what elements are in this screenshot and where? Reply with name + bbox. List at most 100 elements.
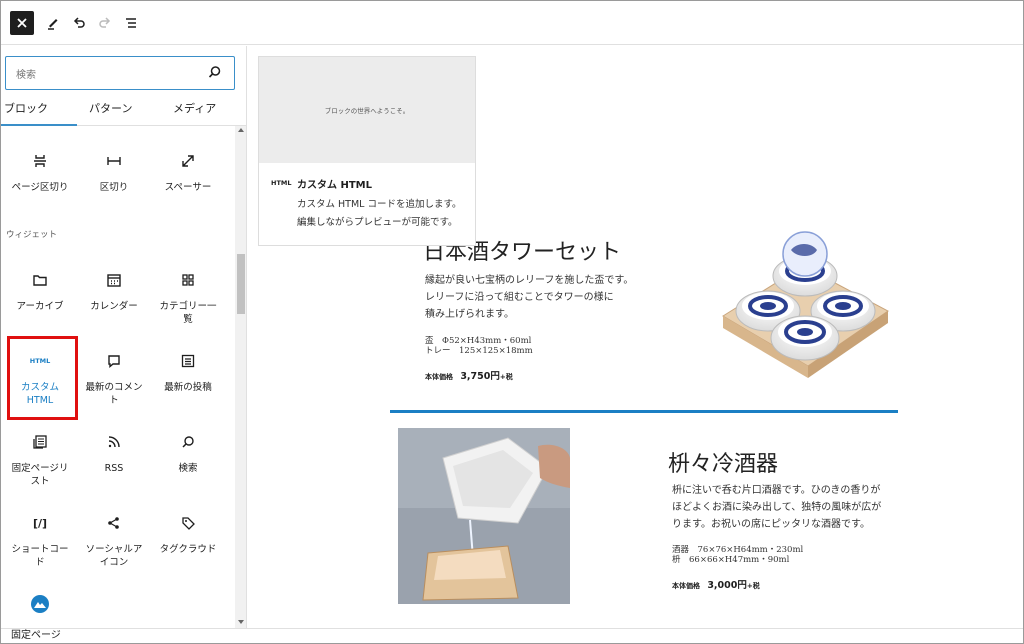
- redo-icon: [99, 17, 111, 28]
- tab-blocks[interactable]: ブロック: [4, 100, 48, 116]
- desc-line: レリーフに沿って組むことでタワーの様に: [425, 292, 614, 303]
- desc-line: ほどよくお酒に染み出して、独特の風味が広が: [672, 502, 882, 513]
- site-logo-icon: [31, 595, 49, 613]
- price-value: 3,000円: [707, 580, 747, 591]
- product2-title: 枡々冷酒器: [668, 452, 779, 477]
- block-categories[interactable]: カテゴリー一覧: [152, 268, 224, 326]
- block-label: 固定ページリスト: [11, 463, 69, 487]
- preview-desc-line: カスタム HTML コードを追加します。: [297, 199, 462, 210]
- product2-description: 枡に注いで呑む片口酒器です。ひのきの香りが ほどよくお酒に染み出して、独特の風味…: [672, 482, 881, 533]
- desc-line: 積み上げられます。: [425, 309, 514, 320]
- tools-button[interactable]: [41, 11, 65, 35]
- close-icon: [17, 18, 27, 28]
- editor-canvas[interactable]: ブロックの世界へようこそ。 HTML カスタム HTML カスタム HTML コ…: [248, 46, 1023, 628]
- block-label: 検索: [178, 463, 198, 474]
- widgets-section-label: ウィジェット: [6, 230, 58, 240]
- block-calendar[interactable]: カレンダー: [78, 268, 150, 313]
- preview-placeholder: ブロックの世界へようこそ。: [259, 57, 475, 163]
- price-value: 3,750円: [460, 371, 500, 382]
- block-label: カテゴリー一覧: [159, 301, 217, 325]
- scroll-up-arrow[interactable]: [238, 128, 244, 132]
- breadcrumb[interactable]: 固定ページ: [1, 628, 1023, 643]
- grid-icon: [182, 274, 194, 286]
- product2-price: 本体価格 3,000円+税: [672, 577, 760, 591]
- rss-icon: [108, 436, 120, 448]
- sake-tower-image: [722, 231, 889, 378]
- preview-title: カスタム HTML: [297, 180, 372, 191]
- price-label: 本体価格: [425, 373, 453, 381]
- search-icon: [182, 436, 194, 448]
- block-latest-posts[interactable]: 最新の投稿: [152, 349, 224, 394]
- selection-highlight: [7, 336, 78, 420]
- preview-desc-line: 編集しながらプレビューが可能です。: [297, 217, 458, 228]
- tax-label: +税: [746, 582, 760, 590]
- block-label: ソーシャルアイコン: [85, 544, 143, 568]
- block-label: 最新の投稿: [164, 382, 212, 393]
- undo-button[interactable]: [67, 11, 91, 35]
- redo-button[interactable]: [93, 11, 117, 35]
- list-view-icon: [126, 18, 136, 28]
- shortcode-icon: [/]: [32, 516, 48, 530]
- block-page-break[interactable]: ページ区切り: [4, 149, 76, 194]
- block-label: カレンダー: [90, 301, 138, 312]
- block-tag-cloud[interactable]: タグクラウド: [152, 511, 224, 556]
- block-label: RSS: [104, 463, 124, 474]
- desc-line: ります。お祝いの席にピッタリな酒器です。: [672, 519, 870, 530]
- inserter-tabs: ブロック パターン メディア: [1, 92, 246, 126]
- block-search[interactable]: 検索: [152, 430, 224, 475]
- block-archives[interactable]: アーカイブ: [4, 268, 76, 313]
- desc-line: 縁起が良い七宝柄のレリーフを施した盃です。: [425, 275, 634, 286]
- search-input[interactable]: 検索: [5, 56, 235, 90]
- html-icon: HTML: [271, 179, 292, 187]
- section-divider: [390, 410, 898, 413]
- undo-icon: [73, 17, 85, 28]
- separator-icon: [107, 157, 121, 165]
- block-label: タグクラウド: [159, 544, 217, 555]
- posts-icon: [181, 354, 195, 368]
- product2-specs: 酒器 76×76×H64mm・230ml 枡 66×66×H47mm・90ml: [672, 545, 803, 565]
- close-inserter-button[interactable]: [10, 11, 34, 35]
- price-label: 本体価格: [672, 582, 700, 590]
- tab-patterns[interactable]: パターン: [89, 100, 132, 116]
- comment-icon: [108, 355, 120, 368]
- product1-price: 本体価格 3,750円+税: [425, 368, 513, 382]
- editor-toolbar: [1, 1, 1023, 45]
- tag-icon: [182, 517, 195, 530]
- block-separator[interactable]: 区切り: [78, 149, 150, 194]
- block-label: アーカイブ: [16, 301, 64, 312]
- block-latest-comments[interactable]: 最新のコメント: [78, 349, 150, 407]
- block-label: 区切り: [99, 182, 129, 193]
- block-social-icons[interactable]: ソーシャルアイコン: [78, 511, 150, 569]
- block-spacer[interactable]: スペーサー: [152, 149, 224, 194]
- list-view-button[interactable]: [119, 11, 143, 35]
- scroll-thumb[interactable]: [237, 254, 245, 314]
- block-label: ページ区切り: [11, 182, 69, 193]
- preview-description: カスタム HTML コードを追加します。 編集しながらプレビューが可能です。: [297, 196, 462, 232]
- scroll-down-arrow[interactable]: [238, 620, 244, 624]
- spec-line: 盃 Φ52×H43mm・60ml: [425, 336, 532, 346]
- spacer-icon: [182, 155, 194, 167]
- block-shortcode[interactable]: [/] ショートコード: [4, 511, 76, 569]
- page-break-icon: [34, 155, 46, 167]
- sidebar-scrollbar[interactable]: [235, 126, 246, 628]
- masu-sake-image: [398, 428, 570, 604]
- tax-label: +税: [499, 373, 513, 381]
- calendar-icon: [107, 274, 121, 287]
- share-icon: [108, 517, 119, 529]
- block-site-logo[interactable]: [4, 592, 76, 616]
- tab-media[interactable]: メディア: [173, 100, 216, 116]
- spec-line: トレー 125×125×18mm: [425, 346, 533, 356]
- active-tab-indicator: [1, 124, 77, 126]
- block-rss[interactable]: RSS: [78, 430, 150, 475]
- block-preview-popover: ブロックの世界へようこそ。 HTML カスタム HTML カスタム HTML コ…: [258, 56, 476, 246]
- block-label: ショートコード: [11, 544, 69, 568]
- folder-icon: [33, 275, 47, 286]
- spec-line: 枡 66×66×H47mm・90ml: [672, 555, 790, 565]
- search-icon: [208, 66, 221, 78]
- pages-icon: [33, 435, 47, 449]
- block-page-list[interactable]: 固定ページリスト: [4, 430, 76, 488]
- product1-description: 縁起が良い七宝柄のレリーフを施した盃です。 レリーフに沿って組むことでタワーの様…: [425, 272, 633, 323]
- pencil-icon: [48, 19, 58, 30]
- search-placeholder: 検索: [16, 70, 36, 81]
- block-label: 最新のコメント: [85, 382, 143, 406]
